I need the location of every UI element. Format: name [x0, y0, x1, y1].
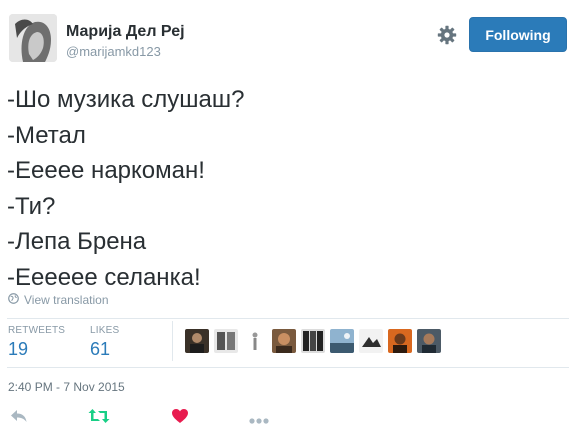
- liker-avatar[interactable]: [359, 329, 383, 353]
- tweet-line: -Лепа Брена: [7, 228, 147, 255]
- tweet-timestamp[interactable]: 2:40 PM - 7 Nov 2015: [8, 380, 125, 394]
- globe-icon: [8, 293, 19, 307]
- view-translation-link[interactable]: View translation: [8, 293, 109, 307]
- liker-avatar[interactable]: [243, 329, 267, 353]
- retweet-icon[interactable]: [88, 408, 110, 429]
- liker-avatar[interactable]: [185, 329, 209, 353]
- tweet-line: -Ееeee наркоман!: [7, 157, 205, 184]
- divider: [7, 367, 569, 368]
- tweet-actions: [0, 408, 573, 432]
- likes-count[interactable]: 61: [90, 339, 110, 360]
- retweets-label: RETWEETS: [8, 325, 66, 336]
- more-icon[interactable]: [249, 412, 269, 430]
- user-handle[interactable]: @marijamkd123: [66, 44, 161, 59]
- view-translation-label: View translation: [24, 293, 109, 307]
- tweet-text: -Шо музика слушаш? -Метал -Ееeee наркома…: [7, 82, 562, 295]
- following-button[interactable]: Following: [469, 17, 567, 52]
- retweets-count[interactable]: 19: [8, 339, 28, 360]
- liker-avatar[interactable]: [214, 329, 238, 353]
- gear-icon[interactable]: [437, 25, 457, 45]
- reply-icon[interactable]: [10, 408, 28, 429]
- tweet-line: -Ти?: [7, 192, 56, 220]
- display-name[interactable]: Марија Дел Реј: [66, 23, 185, 41]
- tweet-line: -Метал: [7, 121, 86, 149]
- liker-avatar[interactable]: [301, 329, 325, 353]
- tweet-line: -Шо музика слушаш?: [7, 86, 245, 113]
- liker-avatar[interactable]: [330, 329, 354, 353]
- likers-avatars: [185, 329, 441, 353]
- heart-icon[interactable]: [171, 408, 189, 429]
- likes-label: LIKES: [90, 325, 120, 336]
- stats-separator: [172, 321, 173, 361]
- liker-avatar[interactable]: [272, 329, 296, 353]
- liker-avatar[interactable]: [388, 329, 412, 353]
- divider: [7, 318, 569, 319]
- avatar[interactable]: [9, 14, 57, 62]
- tweet-line: -Ееeeee селанка!: [7, 263, 201, 291]
- liker-avatar[interactable]: [417, 329, 441, 353]
